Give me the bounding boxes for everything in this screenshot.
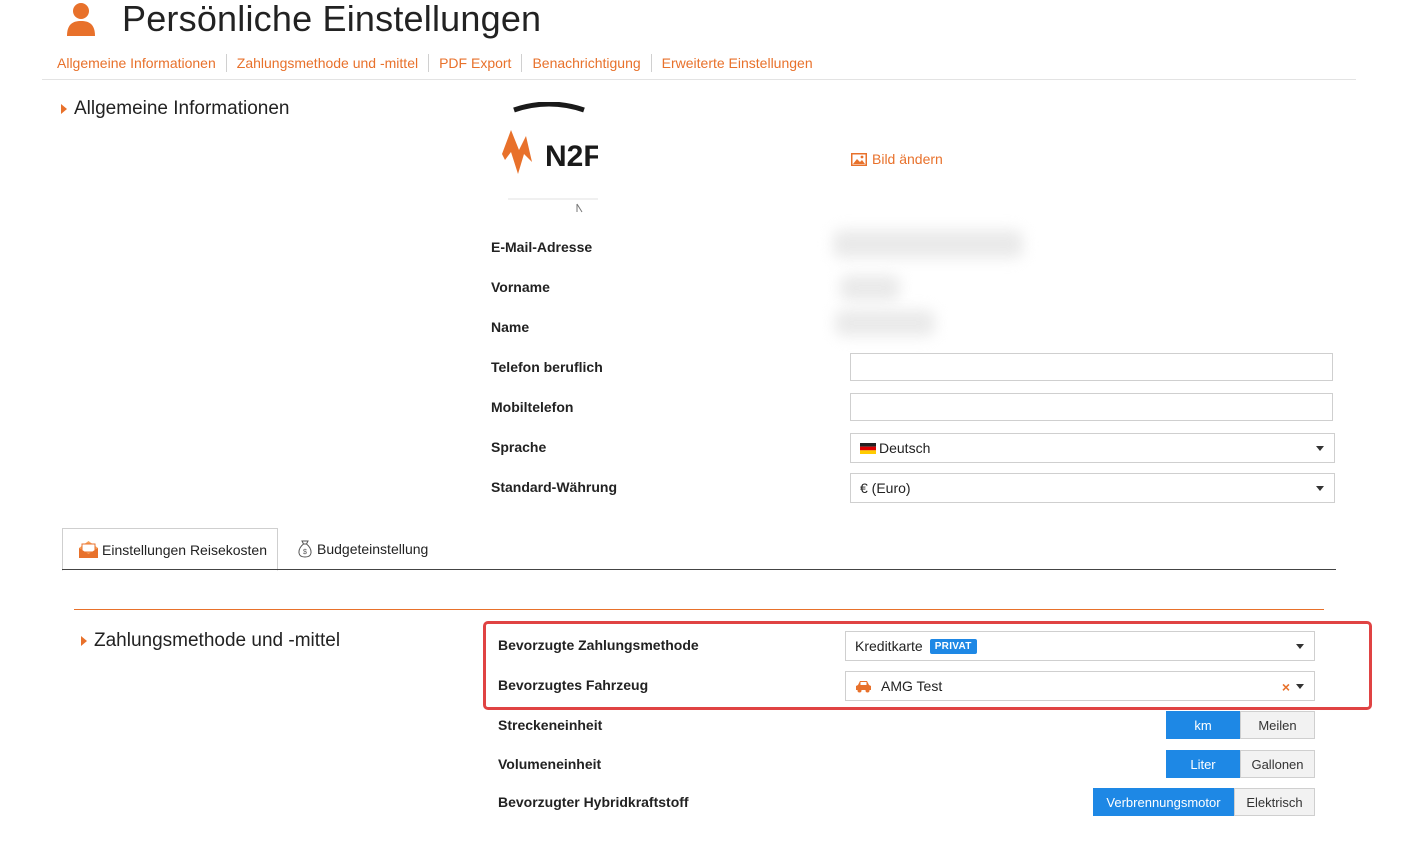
firstname-label: Vorname: [491, 279, 550, 295]
hybrid-fuel-toggle: Verbrennungsmotor Elektrisch: [1093, 788, 1315, 816]
name-value-redacted: [835, 310, 935, 336]
section-heading-text: Allgemeine Informationen: [74, 98, 290, 119]
name-label: Name: [491, 319, 530, 335]
section-heading-general: Allgemeine Informationen: [61, 98, 289, 120]
distance-option-km[interactable]: km: [1166, 711, 1240, 739]
subnav-divider-line: [42, 79, 1356, 80]
volume-unit-label: Volumeneinheit: [498, 756, 602, 772]
phone-work-input[interactable]: [850, 353, 1333, 381]
volume-option-gallonen[interactable]: Gallonen: [1240, 750, 1315, 778]
german-flag-icon: [860, 442, 876, 454]
mobile-label: Mobiltelefon: [491, 399, 574, 415]
volume-unit-toggle: Liter Gallonen: [1166, 750, 1315, 778]
mobile-input[interactable]: [850, 393, 1333, 421]
subnav-allgemeine-informationen[interactable]: Allgemeine Informationen: [57, 55, 216, 71]
caret-right-icon: [61, 104, 67, 114]
change-image-link[interactable]: Bild ändern: [851, 151, 943, 167]
phone-work-label: Telefon beruflich: [491, 359, 603, 375]
tabs-baseline: [62, 569, 1336, 570]
subnav-divider: [225, 54, 227, 72]
hybrid-option-verbrennungsmotor[interactable]: Verbrennungsmotor: [1093, 788, 1234, 816]
chevron-down-icon: [1316, 486, 1324, 491]
logo-text: N2F: [545, 140, 598, 173]
change-image-text: Bild ändern: [872, 151, 943, 167]
distance-unit-label: Streckeneinheit: [498, 717, 603, 733]
subnav-zahlungsmethode[interactable]: Zahlungsmethode und -mittel: [237, 55, 418, 71]
subnav-erweiterte-einstellungen[interactable]: Erweiterte Einstellungen: [662, 55, 813, 71]
distance-unit-toggle: km Meilen: [1166, 711, 1315, 739]
section-subnav: Allgemeine Informationen Zahlungsmethode…: [57, 54, 813, 72]
money-bag-icon: $: [298, 540, 312, 558]
caret-right-icon: [81, 636, 87, 646]
section-heading-text: Zahlungsmethode und -mittel: [94, 630, 341, 651]
envelope-money-icon: [79, 541, 98, 558]
section-heading-payment: Zahlungsmethode und -mittel: [81, 630, 340, 652]
user-icon: [66, 2, 96, 36]
currency-label: Standard-Währung: [491, 479, 617, 495]
svg-text:$: $: [303, 549, 307, 556]
hybrid-fuel-label: Bevorzugter Hybridkraftstoff: [498, 794, 689, 810]
highlight-box: [483, 621, 1372, 710]
currency-select[interactable]: € (Euro): [850, 473, 1335, 503]
subnav-divider: [428, 54, 430, 72]
profile-logo: N2F: [500, 102, 598, 214]
email-label: E-Mail-Adresse: [491, 239, 593, 255]
image-icon: [851, 152, 867, 166]
language-label: Sprache: [491, 439, 547, 455]
distance-option-meilen[interactable]: Meilen: [1240, 711, 1315, 739]
currency-select-value: € (Euro): [860, 480, 911, 496]
volume-option-liter[interactable]: Liter: [1166, 750, 1240, 778]
subnav-divider: [650, 54, 652, 72]
page-title: Persönliche Einstellungen: [122, 0, 542, 39]
chevron-down-icon: [1316, 446, 1324, 451]
email-value-redacted: [833, 230, 1023, 258]
tab-budgeteinstellung[interactable]: $ Budgeteinstellung: [298, 528, 428, 570]
tab-label: Einstellungen Reisekosten: [102, 541, 267, 558]
tab-einstellungen-reisekosten[interactable]: Einstellungen Reisekosten: [62, 528, 278, 571]
tab-label: Budgeteinstellung: [317, 541, 429, 557]
section-divider: [74, 609, 1324, 610]
subnav-divider: [521, 54, 523, 72]
firstname-value-redacted: [840, 275, 900, 301]
hybrid-option-elektrisch[interactable]: Elektrisch: [1234, 788, 1315, 816]
language-select-value: Deutsch: [879, 440, 931, 456]
language-select[interactable]: Deutsch: [850, 433, 1335, 463]
subnav-pdf-export[interactable]: PDF Export: [439, 55, 511, 71]
subnav-benachrichtigung[interactable]: Benachrichtigung: [532, 55, 640, 71]
